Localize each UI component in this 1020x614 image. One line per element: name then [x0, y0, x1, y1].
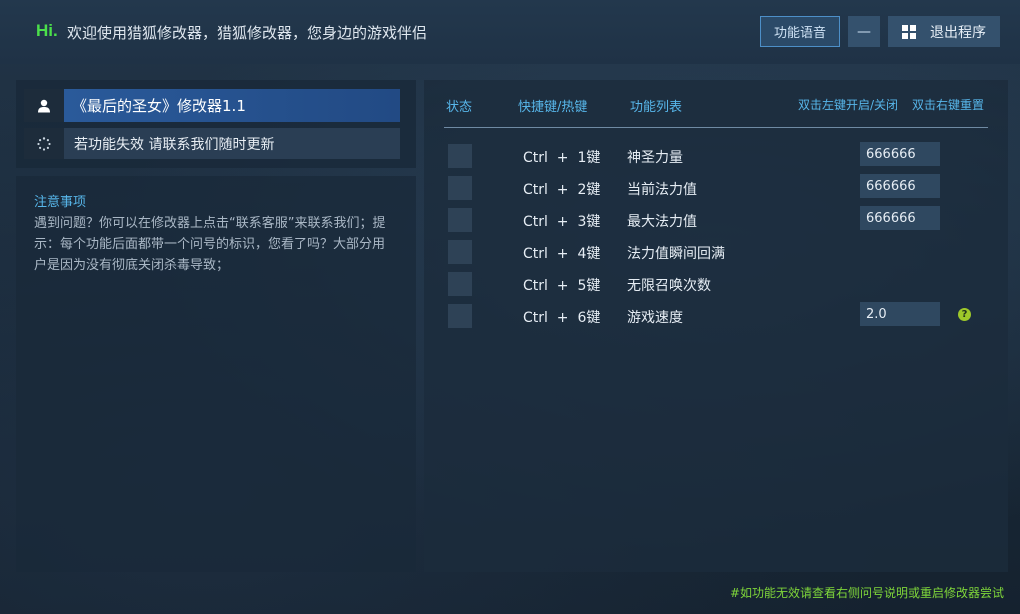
voice-button[interactable]: 功能语音: [760, 16, 840, 47]
hotkey-label: Ctrl + 1键: [523, 150, 601, 166]
hotkey-label: Ctrl + 6键: [523, 310, 601, 326]
value-input[interactable]: 2.0: [860, 302, 940, 326]
function-name: 游戏速度: [627, 310, 683, 326]
notes-title: 注意事项: [34, 195, 87, 210]
header-divider: [444, 127, 988, 128]
hotkey-label: Ctrl + 4键: [523, 246, 601, 262]
function-row[interactable]: Ctrl + 5键 无限召唤次数: [448, 272, 988, 296]
hotkey-label: Ctrl + 2键: [523, 182, 601, 198]
welcome-text: 欢迎使用猎狐修改器，猎狐修改器，您身边的游戏伴侣: [67, 24, 428, 42]
status-toggle[interactable]: [448, 176, 472, 200]
column-hotkey: 快捷键/热键: [518, 100, 588, 115]
function-row[interactable]: Ctrl + 6键 游戏速度 2.0 ?: [448, 302, 988, 328]
trainer-title: 《最后的圣女》修改器1.1: [64, 89, 400, 122]
hotkey-label: Ctrl + 3键: [523, 214, 601, 230]
user-icon: [24, 89, 64, 122]
title-bar: Hi. 欢迎使用猎狐修改器，猎狐修改器，您身边的游戏伴侣 功能语音 — 退出程序: [0, 0, 1020, 64]
status-toggle[interactable]: [448, 240, 472, 264]
function-name: 无限召唤次数: [627, 278, 711, 294]
status-toggle[interactable]: [448, 304, 472, 328]
value-input[interactable]: 666666: [860, 206, 940, 230]
status-toggle[interactable]: [448, 144, 472, 168]
help-question-icon[interactable]: ?: [958, 308, 971, 321]
hi-logo: Hi.: [36, 21, 58, 40]
function-name: 神圣力量: [627, 150, 683, 166]
function-row[interactable]: Ctrl + 4键 法力值瞬间回满: [448, 240, 988, 264]
value-input[interactable]: 666666: [860, 142, 940, 166]
function-row[interactable]: Ctrl + 2键 当前法力值 666666: [448, 174, 988, 200]
function-row[interactable]: Ctrl + 1键 神圣力量 666666: [448, 142, 988, 168]
minimize-button[interactable]: —: [848, 16, 880, 47]
voice-button-label: 功能语音: [773, 26, 826, 41]
function-name: 最大法力值: [627, 214, 697, 230]
update-notice: 若功能失效 请联系我们随时更新: [64, 128, 400, 159]
function-name: 法力值瞬间回满: [627, 246, 725, 262]
reset-hint: 双击右键重置: [912, 98, 985, 112]
exit-button-label: 退出程序: [930, 24, 986, 41]
trainer-title-row[interactable]: 《最后的圣女》修改器1.1: [24, 89, 400, 122]
status-toggle[interactable]: [448, 272, 472, 296]
function-name: 当前法力值: [627, 182, 697, 198]
status-toggle[interactable]: [448, 208, 472, 232]
windows-icon: [902, 24, 916, 39]
exit-button[interactable]: 退出程序: [888, 16, 1000, 47]
value-input[interactable]: 666666: [860, 174, 940, 198]
hotkey-label: Ctrl + 5键: [523, 278, 601, 294]
column-functions: 功能列表: [630, 100, 683, 115]
function-row[interactable]: Ctrl + 3键 最大法力值 666666: [448, 206, 988, 232]
update-notice-row[interactable]: 若功能失效 请联系我们随时更新: [24, 128, 400, 159]
toggle-hint: 双击左键开启/关闭: [798, 98, 899, 112]
loading-icon: [24, 128, 64, 159]
column-status: 状态: [446, 100, 473, 115]
minimize-icon: —: [857, 23, 871, 40]
notes-body: 遇到问题？你可以在修改器上点击“联系客服”来联系我们；提示：每个功能后面都带一个…: [34, 216, 386, 273]
footer-note: #如功能无效请查看右侧问号说明或重启修改器尝试: [729, 586, 1004, 600]
